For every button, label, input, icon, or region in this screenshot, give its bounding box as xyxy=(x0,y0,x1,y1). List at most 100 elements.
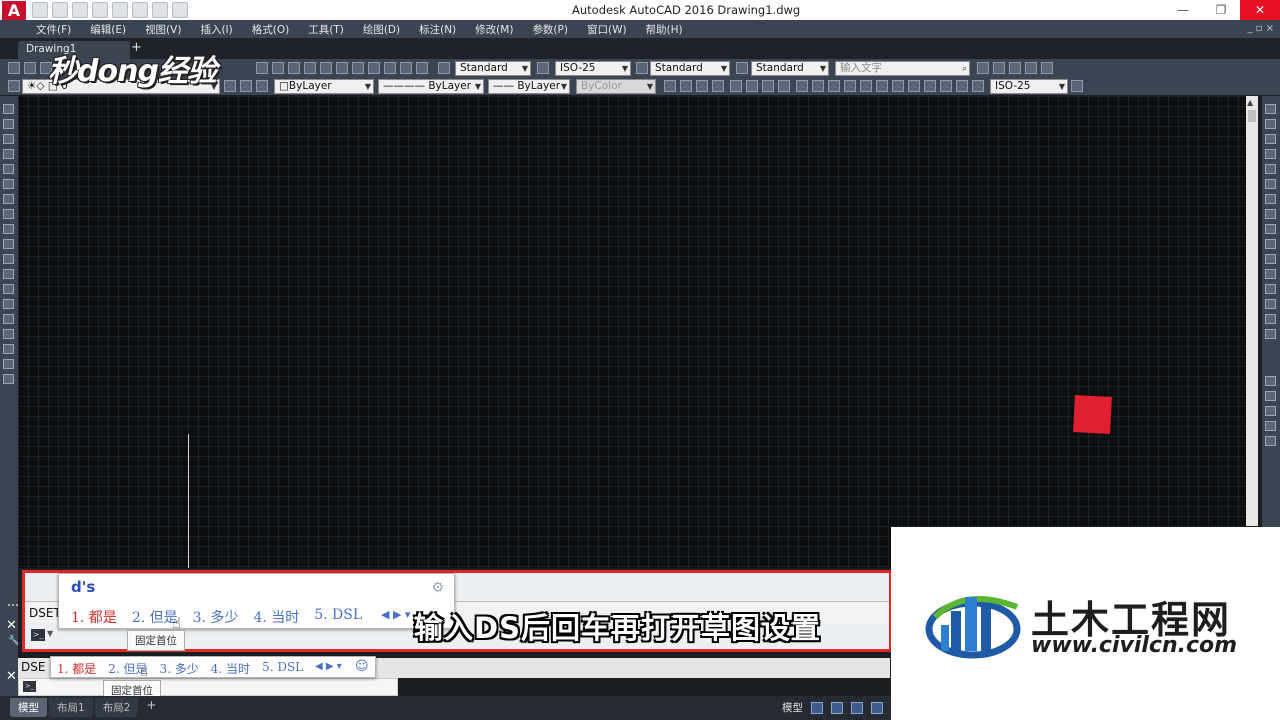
center-mark-icon[interactable] xyxy=(892,80,904,92)
ime-page-nav[interactable]: ◀ ▶ ▾ xyxy=(381,608,410,621)
make-block-icon[interactable] xyxy=(3,284,14,294)
dim-style-manager-icon[interactable] xyxy=(1071,80,1083,92)
jogged-linear-icon[interactable] xyxy=(924,80,936,92)
new-icon[interactable] xyxy=(32,2,48,18)
layer-properties-icon[interactable] xyxy=(8,80,20,92)
continue-dim-icon[interactable] xyxy=(828,80,840,92)
rotate-icon[interactable] xyxy=(1265,194,1276,204)
markup-icon[interactable] xyxy=(384,62,396,74)
model-space-button[interactable]: 模型 xyxy=(782,700,803,715)
ime-candidate[interactable]: 1. 都是 xyxy=(71,607,117,627)
explode-icon[interactable] xyxy=(1265,329,1276,339)
close-button[interactable]: ✕ xyxy=(1240,0,1280,20)
trim-icon[interactable] xyxy=(1265,239,1276,249)
menu-modify[interactable]: 修改(M) xyxy=(475,22,513,37)
bring-front-icon[interactable] xyxy=(1265,391,1276,401)
document-window-controls[interactable]: _ ▫ × xyxy=(1247,23,1274,34)
ime-candidate[interactable]: 1. 都是 xyxy=(57,660,96,677)
menu-file[interactable]: 文件(F) xyxy=(36,22,71,37)
make-current-icon[interactable] xyxy=(224,80,236,92)
menu-dimension[interactable]: 标注(N) xyxy=(419,22,456,37)
chamfer-icon[interactable] xyxy=(1265,299,1276,309)
properties-icon[interactable] xyxy=(320,62,332,74)
dim-break-icon[interactable] xyxy=(860,80,872,92)
dim-space-icon[interactable] xyxy=(844,80,856,92)
dim-update-icon[interactable] xyxy=(972,80,984,92)
quickcalc-icon[interactable] xyxy=(400,62,412,74)
lineweight-select[interactable]: —— ByLayer ▼ xyxy=(488,79,570,94)
ime-page-nav[interactable]: ◀ ▶ ▾ xyxy=(315,661,342,672)
tolerance-icon[interactable] xyxy=(876,80,888,92)
tab-model[interactable]: 模型 xyxy=(10,698,47,717)
menu-tools[interactable]: 工具(T) xyxy=(308,22,344,37)
ellipse-arc-icon[interactable] xyxy=(3,254,14,264)
table-style-select[interactable]: Standard ▼ xyxy=(650,61,730,76)
mleader-style-select[interactable]: Standard ▼ xyxy=(751,61,829,76)
save-icon[interactable] xyxy=(72,2,88,18)
erase-icon[interactable] xyxy=(1265,104,1276,114)
arc-length-icon[interactable] xyxy=(696,80,708,92)
customization-icon[interactable] xyxy=(871,701,883,714)
ime-candidate[interactable]: 3. 多少 xyxy=(193,607,239,627)
menu-parametric[interactable]: 参数(P) xyxy=(532,22,568,37)
command-prompt-icon[interactable]: >_ xyxy=(31,629,45,641)
rectangle-icon[interactable] xyxy=(3,164,14,174)
menu-format[interactable]: 格式(O) xyxy=(252,22,289,37)
ordinate-dim-icon[interactable] xyxy=(712,80,724,92)
text-style-select[interactable]: Standard ▼ xyxy=(455,61,531,76)
line-icon[interactable] xyxy=(3,104,14,114)
tab-layout1[interactable]: 布局1 xyxy=(49,698,93,717)
menu-edit[interactable]: 编辑(E) xyxy=(90,22,126,37)
aligned-dim-icon[interactable] xyxy=(680,80,692,92)
ime-candidate[interactable]: 4. 当时 xyxy=(211,660,250,677)
table-icon[interactable] xyxy=(3,359,14,369)
tool-palettes-icon[interactable] xyxy=(352,62,364,74)
extend-icon[interactable] xyxy=(1265,254,1276,264)
zoom-realtime-icon[interactable] xyxy=(272,62,284,74)
redo-icon[interactable] xyxy=(152,2,168,18)
menu-draw[interactable]: 绘图(D) xyxy=(363,22,400,37)
point-icon[interactable] xyxy=(3,299,14,309)
dim-edit-icon[interactable] xyxy=(940,80,952,92)
scale-icon[interactable] xyxy=(1265,209,1276,219)
palette-grip-icon[interactable] xyxy=(8,604,18,612)
quick-dim-icon[interactable] xyxy=(796,80,808,92)
offset-icon[interactable] xyxy=(1265,149,1276,159)
command-input-lower[interactable]: >_ xyxy=(18,678,398,696)
dim-style-select[interactable]: ISO-25 ▼ xyxy=(555,61,631,76)
arc-icon[interactable] xyxy=(3,179,14,189)
menu-help[interactable]: 帮助(H) xyxy=(646,22,683,37)
construction-line-icon[interactable] xyxy=(3,119,14,129)
scroll-thumb[interactable] xyxy=(1248,110,1256,122)
spline-icon[interactable] xyxy=(3,224,14,234)
gradient-icon[interactable] xyxy=(3,329,14,339)
fillet-icon[interactable] xyxy=(1265,314,1276,324)
send-under-icon[interactable] xyxy=(1265,436,1276,446)
render-icon[interactable] xyxy=(993,62,1005,74)
inspection-icon[interactable] xyxy=(908,80,920,92)
close-command-line-icon[interactable]: ✕ xyxy=(6,669,17,684)
array-icon[interactable] xyxy=(1265,164,1276,174)
join-icon[interactable] xyxy=(1265,284,1276,294)
multiline-text-icon[interactable] xyxy=(3,374,14,384)
drawing-canvas[interactable] xyxy=(18,96,1246,568)
stretch-icon[interactable] xyxy=(1265,224,1276,234)
grid-icon[interactable] xyxy=(811,701,823,714)
add-layout-button[interactable]: + xyxy=(140,698,162,717)
polygon-icon[interactable] xyxy=(3,149,14,159)
ellipse-icon[interactable] xyxy=(3,239,14,249)
menu-view[interactable]: 视图(V) xyxy=(145,22,181,37)
chevron-down-icon[interactable]: ▼ xyxy=(47,629,53,638)
close-command-line-icon[interactable]: ✕ xyxy=(6,618,17,633)
diameter-dim-icon[interactable] xyxy=(762,80,774,92)
plot-style-icon[interactable] xyxy=(977,62,989,74)
workspace-icon[interactable] xyxy=(1041,62,1053,74)
circle-icon[interactable] xyxy=(3,194,14,204)
draworder-icon[interactable] xyxy=(1265,376,1276,386)
snap-icon[interactable] xyxy=(831,701,843,714)
copy-icon[interactable] xyxy=(1265,119,1276,129)
save-as-icon[interactable] xyxy=(92,2,108,18)
plot-icon[interactable] xyxy=(112,2,128,18)
vertical-scrollbar[interactable]: ▲ xyxy=(1246,96,1258,526)
hatch-icon[interactable] xyxy=(3,314,14,324)
